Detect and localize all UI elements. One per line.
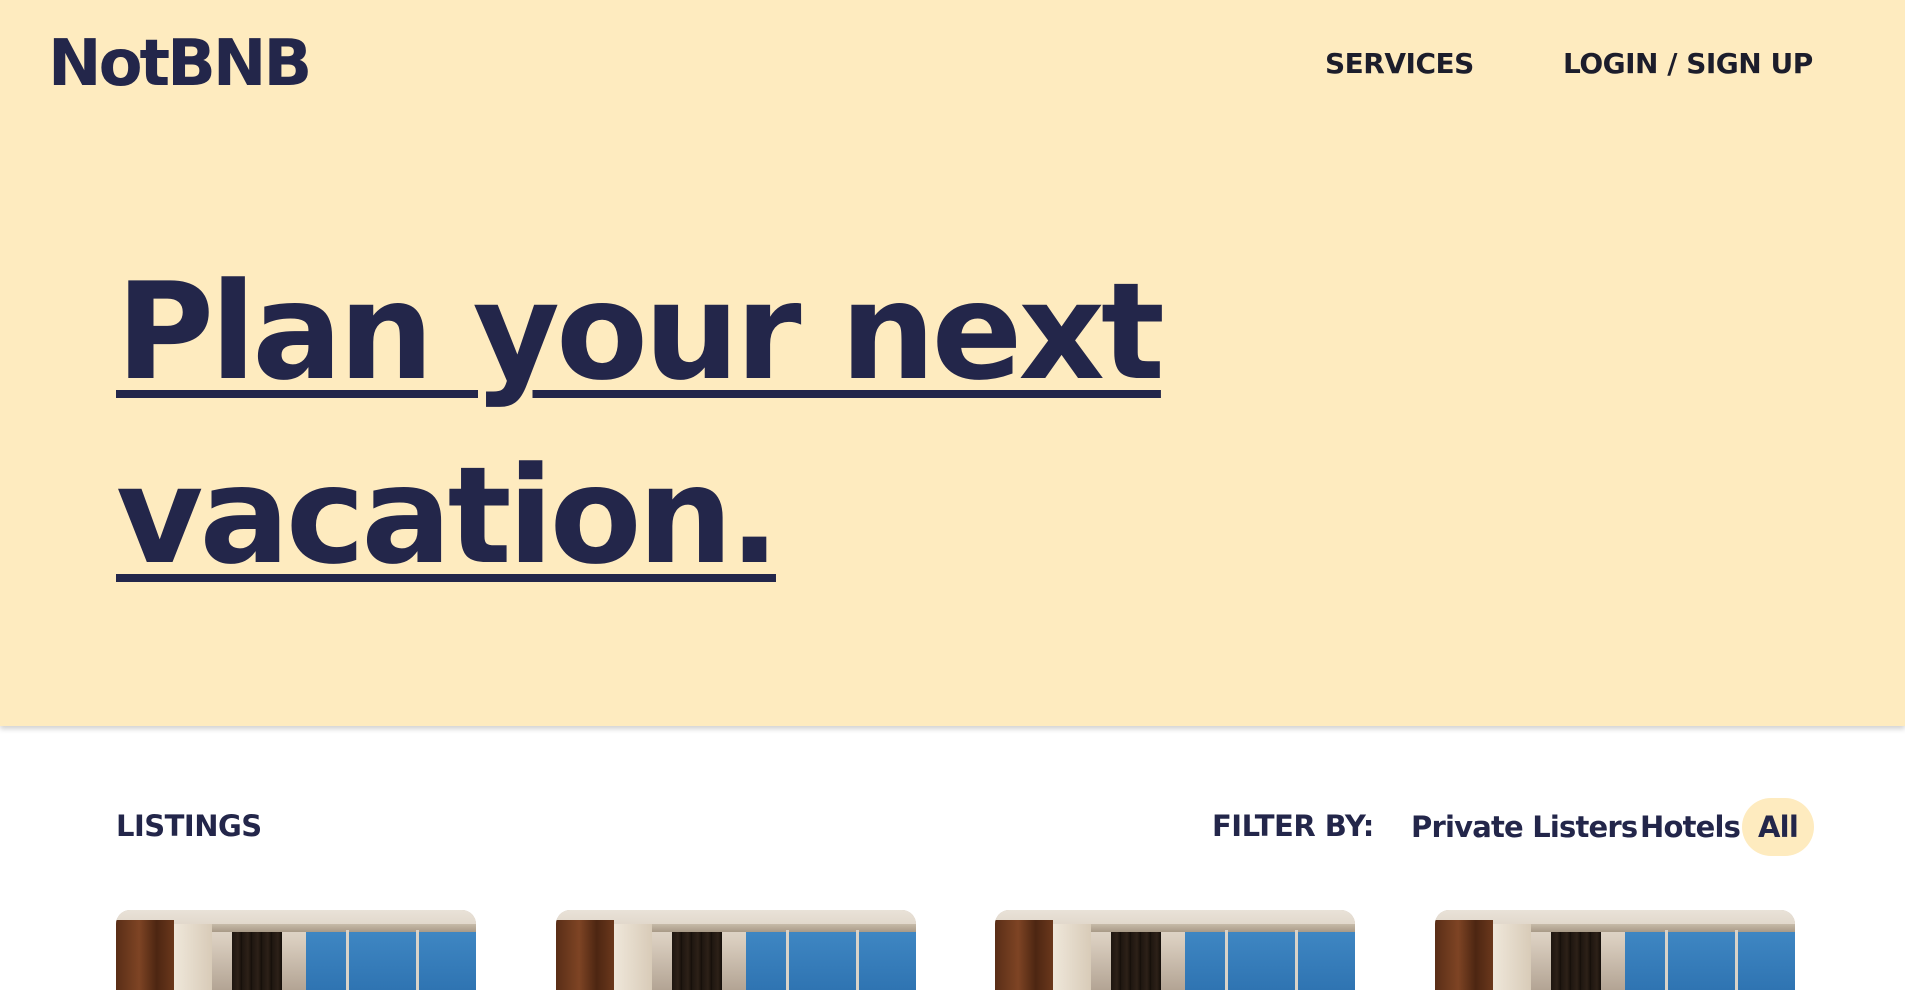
- nav-login-signup-link[interactable]: LOGIN / SIGN UP: [1563, 44, 1813, 84]
- filter-hotels[interactable]: Hotels: [1630, 798, 1750, 856]
- listing-card[interactable]: [556, 910, 916, 990]
- listing-card[interactable]: [116, 910, 476, 990]
- listings-section: LISTINGS FILTER BY: Private Listers Hote…: [0, 726, 1905, 990]
- logo[interactable]: NotBNB: [48, 26, 312, 102]
- listing-card[interactable]: [995, 910, 1355, 990]
- listings-heading: LISTINGS: [116, 809, 262, 843]
- filter-private-listers[interactable]: Private Listers: [1401, 798, 1647, 856]
- listing-card[interactable]: [1435, 910, 1795, 990]
- hero-headline: Plan your next vacation.: [116, 240, 1165, 608]
- hero-headline-line2: vacation.: [116, 438, 780, 594]
- hero-section: NotBNB SERVICES LOGIN / SIGN UP Plan you…: [0, 0, 1905, 726]
- nav-services-link[interactable]: SERVICES: [1325, 44, 1474, 84]
- hero-headline-line1: Plan your next: [116, 254, 1165, 410]
- filter-all[interactable]: All: [1742, 798, 1814, 856]
- filter-by-label: FILTER BY:: [1212, 809, 1374, 843]
